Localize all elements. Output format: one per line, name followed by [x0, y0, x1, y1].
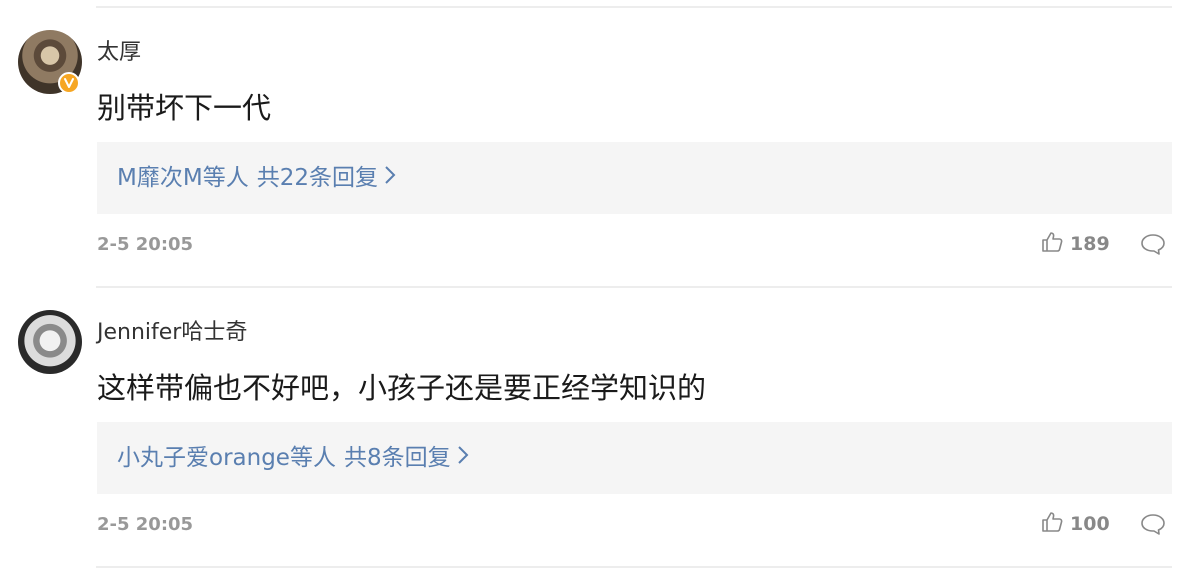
view-replies-link[interactable]: M靡次M等人 共22条回复 [117, 162, 396, 194]
comment-text: 别带坏下一代 [97, 91, 272, 125]
thumbs-up-icon [1040, 510, 1064, 538]
replies-box: 小丸子爱orange等人 共8条回复 [97, 422, 1172, 494]
username[interactable]: 太厚 [97, 38, 141, 68]
verified-badge-icon [58, 72, 80, 94]
view-replies-link[interactable]: 小丸子爱orange等人 共8条回复 [117, 442, 469, 474]
like-count: 189 [1070, 233, 1110, 255]
chevron-right-icon [457, 442, 469, 474]
comment-bubble-icon[interactable] [1140, 512, 1166, 540]
reply-count: 共22条回复 [256, 165, 378, 191]
bottom-divider [96, 566, 1172, 568]
timestamp: 2-5 20:05 [97, 514, 194, 535]
thumbs-up-icon [1040, 230, 1064, 258]
comment-bubble-icon[interactable] [1140, 232, 1166, 260]
replies-box: M靡次M等人 共22条回复 [97, 142, 1172, 214]
chevron-right-icon [384, 162, 396, 194]
like-button[interactable]: 189 [1040, 230, 1110, 258]
avatar[interactable] [18, 310, 82, 374]
reply-users: 小丸子爱orange等人 [117, 445, 336, 471]
comment-item: 太厚 别带坏下一代 M靡次M等人 共22条回复 2-5 20:05 189 [0, 0, 1200, 280]
timestamp: 2-5 20:05 [97, 234, 194, 255]
comment-text: 这样带偏也不好吧，小孩子还是要正经学知识的 [97, 371, 707, 405]
like-button[interactable]: 100 [1040, 510, 1110, 538]
comment-item: Jennifer哈士奇 这样带偏也不好吧，小孩子还是要正经学知识的 小丸子爱or… [0, 280, 1200, 560]
reply-count: 共8条回复 [343, 445, 451, 471]
username[interactable]: Jennifer哈士奇 [97, 318, 247, 348]
reply-users: M靡次M等人 [117, 165, 249, 191]
like-count: 100 [1070, 513, 1110, 535]
